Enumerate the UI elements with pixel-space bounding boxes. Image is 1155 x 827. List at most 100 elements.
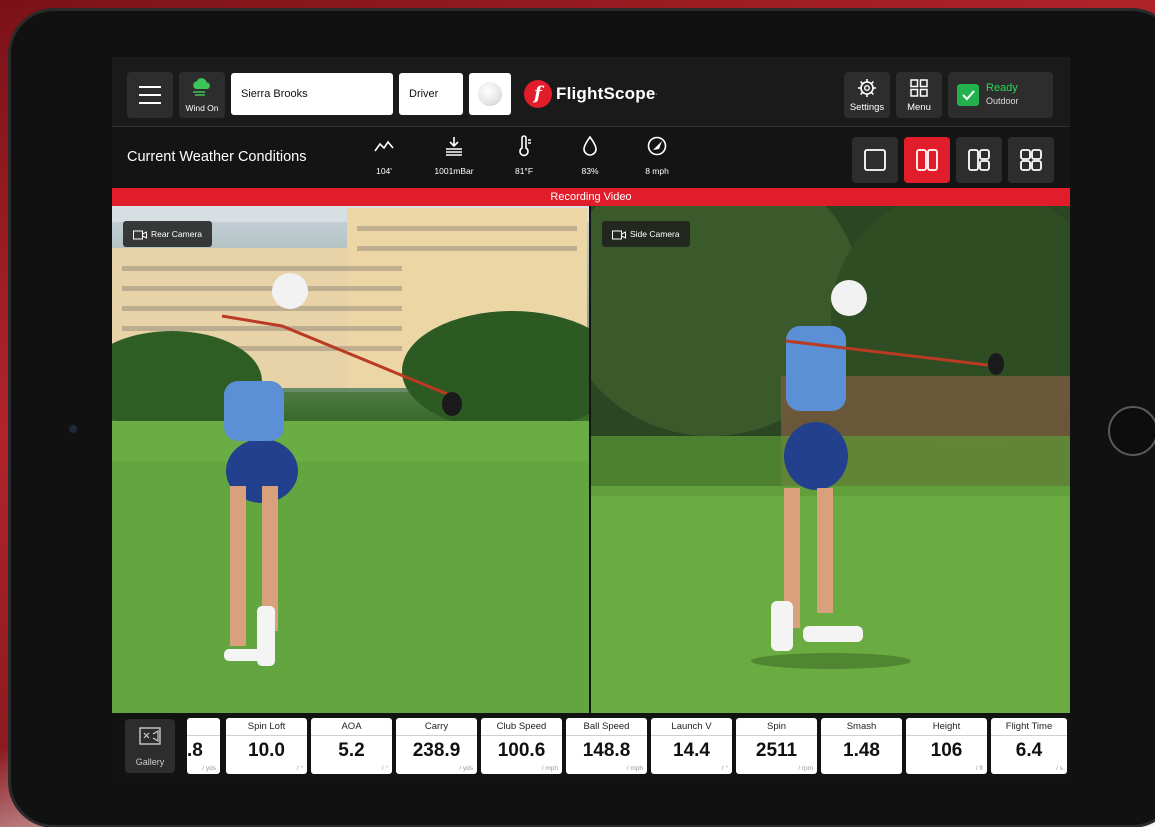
stat-label: Carry — [396, 718, 477, 736]
brand-mark: · — [655, 90, 659, 98]
check-icon — [957, 84, 979, 106]
ball-select[interactable] — [469, 73, 511, 115]
stat-card[interactable]: Carry 238.9 / yds — [396, 718, 477, 774]
stat-unit: / yds — [459, 765, 473, 772]
brand-name: FlightScope — [556, 84, 656, 103]
stat-card[interactable]: Ball Speed 148.8 / mph — [566, 718, 647, 774]
stat-card[interactable]: Club Speed 100.6 / mph — [481, 718, 562, 774]
camera-icon — [133, 230, 147, 240]
hamburger-menu-button[interactable] — [127, 72, 173, 118]
golf-ball-icon — [478, 82, 502, 106]
stat-card[interactable]: Smash 1.48 — [821, 718, 902, 774]
stat-value: 238.9 — [412, 740, 461, 761]
stat-label: Smash — [821, 718, 902, 736]
wind-speed-value: 8 mph — [645, 166, 669, 176]
stat-card[interactable]: AOA 5.2 / ° — [311, 718, 392, 774]
altitude-readout: 104' — [354, 135, 414, 176]
stat-unit: / ft — [975, 765, 983, 772]
stat-value: 5.2 — [338, 740, 365, 761]
main-menu-button[interactable]: Menu — [896, 72, 942, 118]
stat-value: 106 — [930, 740, 963, 761]
layout-single-icon — [864, 149, 886, 171]
status-mode: Outdoor — [986, 96, 1019, 106]
rear-camera-video[interactable]: Rear Camera — [112, 206, 589, 713]
recording-banner: Recording Video — [112, 188, 1070, 206]
wind-readout: 8 mph — [627, 135, 687, 176]
stat-card[interactable]: Spin Loft 10.0 / ° — [226, 718, 307, 774]
stat-card[interactable]: Flight Time 6.4 / s — [991, 718, 1067, 774]
humidity-readout: 83% — [560, 135, 620, 176]
layout-dual-icon — [916, 149, 938, 171]
stat-unit: / ° — [296, 765, 303, 772]
humidity-drop-icon — [583, 135, 597, 156]
altitude-icon — [374, 140, 394, 152]
front-camera — [69, 425, 77, 433]
stat-value: 100.6 — [497, 740, 546, 761]
stat-label: Ball Speed — [566, 718, 647, 736]
wind-label: Wind On — [185, 103, 219, 113]
gallery-icon — [139, 727, 161, 745]
stat-label: Club Speed — [481, 718, 562, 736]
stat-card[interactable]: Height 106 / ft — [906, 718, 987, 774]
camera-icon — [612, 230, 626, 240]
stat-unit: / yds — [202, 765, 216, 772]
stat-label: Launch V — [651, 718, 732, 736]
rear-camera-tag[interactable]: Rear Camera — [123, 221, 213, 247]
stat-value: 14.4 — [673, 740, 710, 761]
side-camera-scene — [591, 206, 1070, 713]
stat-value: .8 — [187, 740, 203, 761]
home-button[interactable] — [1108, 406, 1155, 456]
humidity-value: 83% — [581, 166, 599, 176]
temperature-value: 81°F — [514, 166, 534, 176]
gallery-button[interactable]: Gallery — [125, 719, 175, 773]
stat-label: Flight Time — [991, 718, 1067, 736]
app-screen: Wind On Sierra Brooks Driver f FlightSco… — [112, 57, 1070, 779]
wind-cloud-icon — [193, 78, 210, 96]
stat-label: Height — [906, 718, 987, 736]
club-select[interactable]: Driver — [399, 73, 463, 115]
stat-label: AOA — [311, 718, 392, 736]
stat-unit: / rpm — [798, 765, 813, 772]
layout-single-button[interactable] — [852, 137, 898, 183]
stat-value: 148.8 — [582, 740, 631, 761]
layout-dual-button[interactable] — [904, 137, 950, 183]
stat-value: 1.48 — [843, 740, 880, 761]
stat-unit: / mph — [626, 765, 643, 772]
gallery-label: Gallery — [135, 757, 165, 767]
weather-title: Current Weather Conditions — [127, 149, 307, 165]
stat-label — [187, 718, 220, 736]
altitude-value: 104' — [376, 166, 392, 176]
shot-stats-bar[interactable]: Gallery .8 / yds Spin Loft 10.0 / ° AOA … — [112, 713, 1070, 779]
stat-value: 2511 — [755, 740, 798, 761]
rear-camera-label: Rear Camera — [151, 229, 203, 239]
stat-card[interactable]: Launch V 14.4 / ° — [651, 718, 732, 774]
player-name-field[interactable]: Sierra Brooks — [231, 73, 393, 115]
pressure-icon — [446, 137, 462, 156]
grid-menu-icon — [910, 79, 928, 97]
wind-compass-icon — [647, 136, 667, 156]
layout-quad-icon — [1020, 149, 1042, 171]
temperature-readout: 81°F — [494, 135, 554, 176]
side-camera-video[interactable]: Side Camera — [591, 206, 1070, 713]
flightscope-logo: f — [524, 80, 552, 108]
thermometer-icon — [519, 135, 531, 157]
side-camera-label: Side Camera — [630, 229, 680, 239]
stat-card[interactable]: .8 / yds — [187, 718, 220, 774]
stat-unit: / ° — [381, 765, 388, 772]
wind-toggle-button[interactable]: Wind On — [179, 72, 225, 118]
device-status[interactable]: Ready Outdoor — [948, 72, 1053, 118]
stat-unit: / s — [1056, 765, 1063, 772]
stat-value: 10.0 — [248, 740, 285, 761]
pressure-readout: 1001mBar — [424, 135, 484, 176]
layout-triple-button[interactable] — [956, 137, 1002, 183]
status-title: Ready — [986, 82, 1018, 94]
stat-card[interactable]: Spin 2511 / rpm — [736, 718, 817, 774]
settings-button[interactable]: Settings — [844, 72, 890, 118]
layout-quad-button[interactable] — [1008, 137, 1054, 183]
stat-unit: / mph — [541, 765, 558, 772]
stat-label: Spin — [736, 718, 817, 736]
layout-triple-icon — [968, 149, 990, 171]
side-camera-tag[interactable]: Side Camera — [602, 221, 690, 247]
top-bar: Wind On Sierra Brooks Driver f FlightSco… — [112, 57, 1070, 127]
stat-label: Spin Loft — [226, 718, 307, 736]
